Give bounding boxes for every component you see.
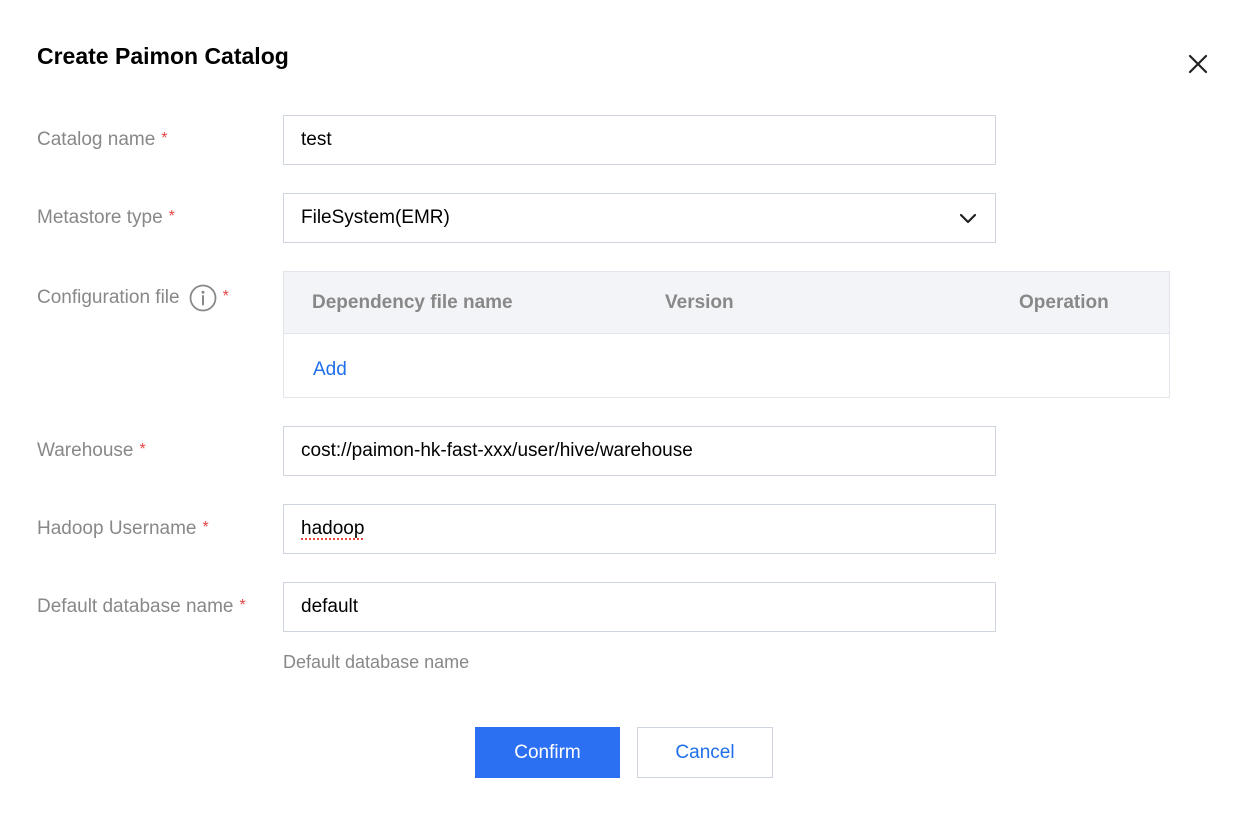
catalog-name-label: Catalog name * bbox=[37, 127, 168, 153]
required-mark: * bbox=[202, 519, 209, 536]
dependency-table-body: Add bbox=[284, 334, 1169, 397]
column-header-dependency-file-name: Dependency file name bbox=[312, 292, 513, 313]
metastore-type-label-text: Metastore type bbox=[37, 207, 163, 228]
warehouse-input[interactable] bbox=[283, 426, 996, 476]
hadoop-username-value: hadoop bbox=[301, 518, 365, 539]
default-database-label-text: Default database name bbox=[37, 596, 234, 617]
warehouse-label: Warehouse * bbox=[37, 438, 146, 464]
default-database-input[interactable] bbox=[283, 582, 996, 632]
hadoop-username-label: Hadoop Username * bbox=[37, 516, 209, 542]
required-mark: * bbox=[168, 208, 175, 225]
cancel-button[interactable]: Cancel bbox=[637, 727, 773, 778]
required-mark: * bbox=[239, 597, 246, 614]
dependency-table-header: Dependency file name Version Operation bbox=[284, 272, 1169, 334]
configuration-file-label: Configuration file * bbox=[37, 284, 229, 312]
hadoop-username-label-text: Hadoop Username bbox=[37, 518, 197, 539]
metastore-type-select[interactable]: FileSystem(EMR) bbox=[283, 193, 996, 243]
add-dependency-link[interactable]: Add bbox=[313, 334, 347, 406]
confirm-button[interactable]: Confirm bbox=[475, 727, 620, 778]
catalog-name-label-text: Catalog name bbox=[37, 129, 156, 150]
metastore-type-value: FileSystem(EMR) bbox=[301, 207, 450, 228]
dependency-table: Dependency file name Version Operation A… bbox=[283, 271, 1170, 398]
required-mark: * bbox=[139, 441, 146, 458]
configuration-file-label-text: Configuration file bbox=[37, 287, 180, 308]
required-mark: * bbox=[222, 288, 229, 305]
close-button[interactable] bbox=[1180, 46, 1216, 82]
default-database-hint: Default database name bbox=[283, 652, 470, 672]
hadoop-username-input[interactable]: hadoop bbox=[283, 504, 996, 554]
column-header-operation: Operation bbox=[1019, 292, 1109, 313]
close-icon bbox=[1188, 54, 1208, 74]
chevron-down-icon bbox=[959, 213, 977, 224]
warehouse-label-text: Warehouse bbox=[37, 440, 134, 461]
create-catalog-dialog: Create Paimon Catalog Catalog name * Met… bbox=[0, 0, 1250, 820]
column-header-version: Version bbox=[665, 292, 734, 313]
info-icon[interactable] bbox=[189, 284, 217, 312]
dialog-title: Create Paimon Catalog bbox=[37, 43, 289, 69]
required-mark: * bbox=[161, 130, 168, 147]
catalog-name-input[interactable] bbox=[283, 115, 996, 165]
metastore-type-label: Metastore type * bbox=[37, 205, 175, 231]
default-database-label: Default database name * bbox=[37, 594, 246, 620]
